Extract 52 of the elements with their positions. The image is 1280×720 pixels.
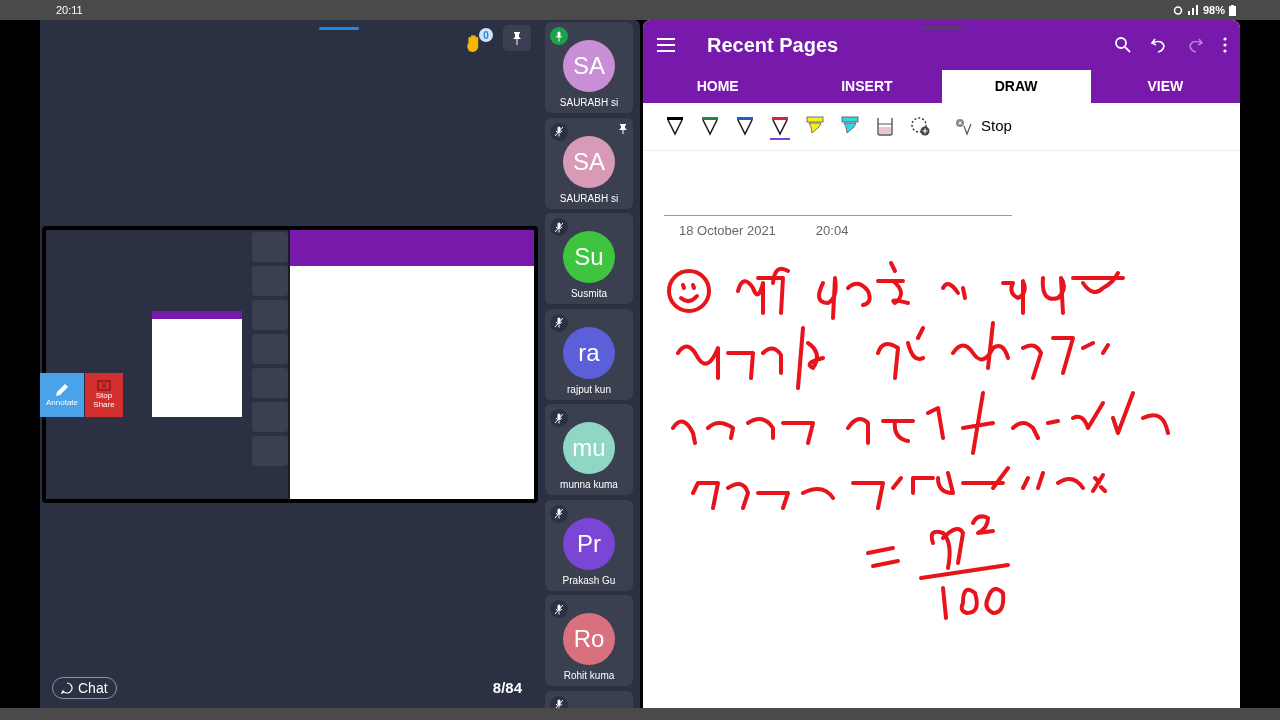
undo-icon[interactable] [1150, 36, 1168, 54]
pen-stop-icon [955, 117, 973, 136]
stop-button[interactable]: Stop [955, 115, 1012, 138]
pencil-icon [54, 382, 70, 398]
tab[interactable]: DRAW [941, 70, 1091, 103]
battery-percent: 98% [1202, 2, 1225, 18]
pin-icon [512, 31, 522, 45]
lasso-add-icon [910, 115, 930, 136]
eraser-icon [876, 115, 894, 136]
participant-tile[interactable]: mu munna kuma [545, 404, 633, 495]
participant-tile[interactable]: Pr Prakash Gu [545, 499, 633, 591]
drag-handle[interactable] [922, 26, 962, 29]
signal-icon [1186, 5, 1199, 15]
avatar-initials: SA [563, 40, 615, 92]
stop-screen-icon [97, 380, 111, 391]
page-counter: 8/84 [492, 677, 522, 698]
battery-icon [1229, 4, 1236, 16]
raised-hands-count: 0 [479, 28, 493, 42]
participant-name: Prakash Gu [562, 573, 616, 588]
participant-tile[interactable]: SA SAURABH si [545, 117, 633, 209]
more-icon[interactable] [1222, 36, 1228, 54]
participant-tile[interactable]: Ro Rohit kuma [545, 595, 633, 686]
avatar-initials: Pr [563, 517, 615, 570]
participant-tile[interactable]: ra rajput kun [545, 308, 633, 400]
tab[interactable]: INSERT [792, 70, 942, 103]
participant-tile[interactable]: SA SAURABH si [545, 22, 633, 113]
avatar-initials: SA [563, 135, 615, 188]
tab[interactable]: HOME [643, 70, 793, 103]
avatar-initials: Ro [563, 613, 615, 665]
chat-bubble-icon [61, 682, 73, 694]
page-date: 18 October 2021 [679, 222, 776, 240]
avatar-initials: ra [563, 326, 615, 379]
status-time: 20:11 [56, 2, 83, 18]
participant-name: Susmita [570, 287, 608, 301]
search-icon[interactable] [1114, 36, 1132, 54]
raised-hand-icon[interactable] [466, 33, 479, 53]
participant-name: SAURABH si [559, 191, 619, 206]
participant-name: munna kuma [560, 478, 618, 492]
stop-share-button[interactable]: Stop Share [85, 372, 123, 417]
participant-name: Rohit kuma [563, 669, 615, 683]
participant-name: SAURABH si [559, 96, 619, 110]
participant-tile[interactable]: Su Susmita [545, 213, 633, 304]
participant-name: rajput kun [567, 382, 611, 397]
tab[interactable]: VIEW [1090, 70, 1240, 103]
avatar-initials: Su [563, 231, 615, 283]
pin-button[interactable] [503, 25, 531, 51]
page-time: 20:04 [815, 222, 849, 240]
avatar-initials: mu [563, 422, 615, 474]
alarm-icon [1172, 5, 1183, 15]
drag-handle[interactable] [319, 27, 359, 30]
menu-icon[interactable] [657, 38, 675, 52]
notebook-title: Recent Pages [707, 33, 839, 58]
